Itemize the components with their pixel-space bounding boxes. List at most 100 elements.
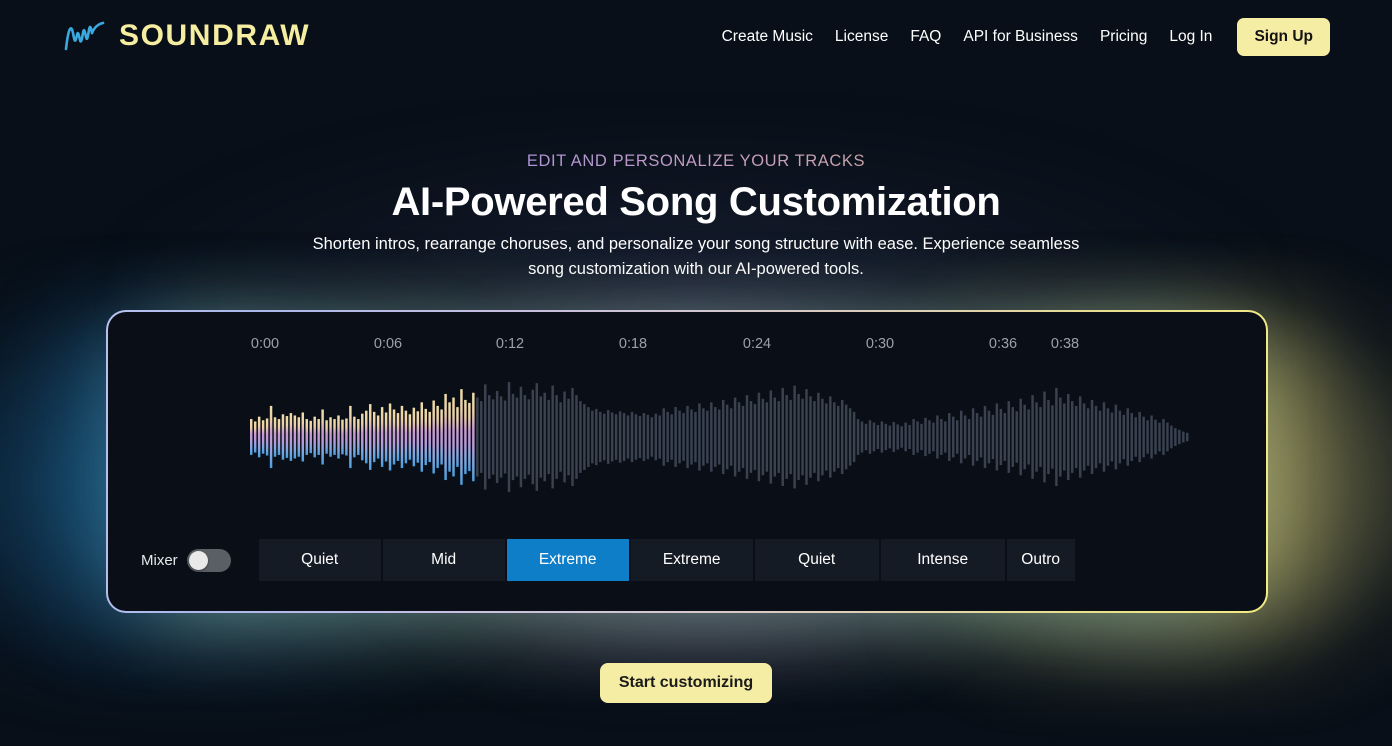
- timeline-tick: 0:38: [1050, 336, 1080, 352]
- waveform-bar: [694, 411, 697, 463]
- waveform-bar: [904, 422, 907, 452]
- waveform-bar: [384, 412, 388, 462]
- logo-text: SOUNDRAW: [119, 19, 311, 52]
- waveform-bar: [1067, 393, 1070, 481]
- waveform-bar: [856, 419, 860, 455]
- mixer-toggle[interactable]: [186, 548, 231, 572]
- waveform-bar: [781, 387, 784, 487]
- waveform-bar: [789, 399, 792, 475]
- waveform-bar: [654, 413, 658, 461]
- waveform-bar: [1039, 407, 1042, 467]
- waveform-bar: [1114, 404, 1118, 470]
- waveform-bar: [833, 402, 836, 472]
- waveform-bar: [376, 415, 380, 459]
- waveform-bar: [840, 399, 844, 475]
- waveform-bar: [963, 415, 967, 459]
- waveform-bar: [765, 402, 769, 472]
- waveform-bar: [396, 413, 400, 461]
- mixer-row: Mixer Quiet Mid Extreme Extreme Quiet Intense…: [141, 539, 1075, 581]
- waveform-bar: [1011, 407, 1014, 467]
- nav-link-log-in[interactable]: Log In: [1158, 18, 1223, 56]
- waveform-bar: [575, 395, 578, 479]
- waveform-bar: [1146, 420, 1149, 454]
- mixer-toggle-knob: [188, 550, 208, 570]
- hero-subhead: Shorten intros, rearrange choruses, and …: [312, 235, 1080, 278]
- waveform-bar: [1122, 414, 1126, 460]
- waveform-bar: [595, 408, 598, 466]
- waveform-bar: [670, 414, 673, 460]
- nav-link-pricing[interactable]: Pricing: [1089, 18, 1158, 56]
- section-button-1[interactable]: Mid: [382, 539, 505, 581]
- waveform-bar: [424, 408, 427, 466]
- waveform-bar: [1134, 417, 1137, 457]
- waveform-bar: [761, 398, 765, 476]
- timeline-tick: 0:24: [742, 336, 772, 352]
- waveform-bar: [587, 407, 590, 467]
- waveform-bar: [737, 402, 741, 472]
- waveform-bar: [1031, 395, 1034, 479]
- waveform-bar: [967, 419, 971, 455]
- waveform-bar: [368, 404, 372, 470]
- nav-link-create-music[interactable]: Create Music: [722, 18, 824, 56]
- waveform-bar: [880, 421, 884, 453]
- waveform-bar: [979, 416, 983, 458]
- start-customizing-button[interactable]: Start customizing: [600, 663, 772, 703]
- waveform-bar: [1047, 399, 1050, 475]
- waveform-bar: [436, 405, 439, 469]
- waveform-bar: [456, 407, 459, 467]
- waveform-bar: [932, 422, 935, 452]
- section-button-5[interactable]: Intense: [880, 539, 1005, 581]
- waveform-bar: [579, 401, 582, 473]
- waveform-bar: [357, 419, 360, 455]
- waveform-bar: [876, 425, 880, 449]
- waveform-bar: [805, 389, 808, 485]
- waveform-bar: [1023, 404, 1026, 470]
- nav-link-faq[interactable]: FAQ: [899, 18, 952, 56]
- waveform-bar: [420, 402, 424, 472]
- waveform-bar: [1055, 387, 1058, 487]
- logo[interactable]: SOUNDRAW: [62, 19, 310, 53]
- section-button-4[interactable]: Quiet: [754, 539, 879, 581]
- waveform-bar: [293, 415, 297, 459]
- waveform-bar: [317, 419, 320, 455]
- nav-link-license[interactable]: License: [824, 18, 899, 56]
- waveform-bar: [484, 384, 487, 490]
- section-button-3[interactable]: Extreme: [630, 539, 753, 581]
- waveform-bar: [872, 422, 876, 452]
- waveform-bar: [710, 402, 713, 472]
- sign-up-button[interactable]: Sign Up: [1237, 18, 1330, 56]
- waveform-bar: [388, 403, 392, 471]
- section-button-6[interactable]: Outro: [1006, 539, 1075, 581]
- waveform-bar: [361, 413, 364, 461]
- waveform-bar: [333, 419, 336, 455]
- waveform-bar: [1043, 391, 1046, 483]
- waveform-bar: [301, 412, 305, 462]
- section-button-2[interactable]: Extreme: [506, 539, 629, 581]
- waveform-bar: [539, 396, 542, 478]
- section-button-label: Quiet: [301, 551, 339, 568]
- waveform-bar: [896, 424, 899, 450]
- waveform-bar: [519, 386, 523, 488]
- waveform-bar: [642, 413, 646, 461]
- waveform-bar: [1071, 401, 1074, 473]
- waveform-bar: [860, 421, 864, 453]
- waveform-bar: [678, 410, 681, 464]
- waveform-bar: [1158, 422, 1161, 452]
- waveform-bar: [511, 393, 515, 481]
- waveform-bar: [345, 418, 348, 456]
- nav-link-api-for-business[interactable]: API for Business: [952, 18, 1089, 56]
- waveform-bar: [543, 392, 546, 482]
- waveform-bar: [523, 395, 527, 479]
- waveform-bar: [690, 409, 693, 465]
- waveform-display[interactable]: [250, 372, 1190, 502]
- waveform-bar: [535, 383, 539, 491]
- player-panel: 0:00 0:06 0:12 0:18 0:24 0:30 0:36 0:38 Mixer Q…: [106, 310, 1268, 613]
- section-button-0[interactable]: Quiet: [258, 539, 381, 581]
- waveform-bar: [349, 405, 352, 469]
- waveform-bar: [991, 414, 995, 460]
- waveform-bar: [971, 408, 975, 466]
- waveform-bar: [1102, 402, 1106, 472]
- waveform-bar: [999, 408, 1003, 466]
- waveform-bar: [868, 420, 872, 454]
- waveform-bar: [1142, 416, 1145, 458]
